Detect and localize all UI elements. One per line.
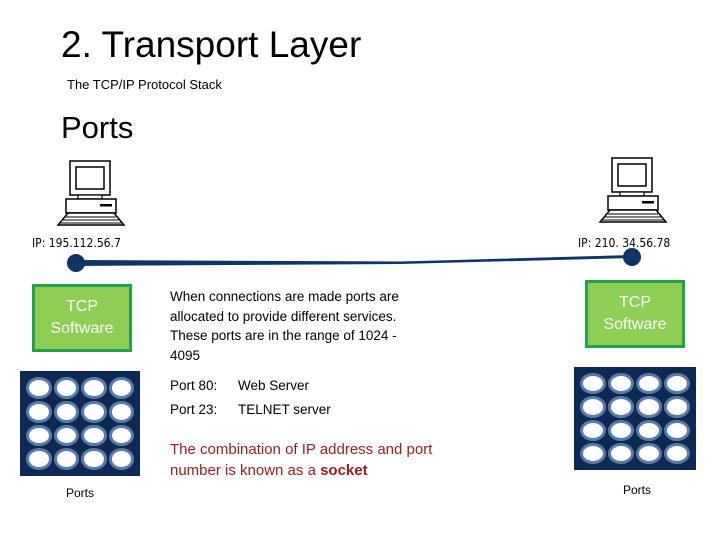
port-service: Web Server bbox=[238, 378, 310, 393]
socket-note-text: The combination of IP address and port n… bbox=[170, 441, 433, 479]
slide-title: 2. Transport Layer bbox=[61, 24, 362, 65]
port-socket-icon bbox=[108, 424, 134, 447]
section-heading: Ports bbox=[61, 110, 134, 145]
port-socket-icon bbox=[580, 419, 606, 441]
port-socket-icon bbox=[608, 373, 634, 395]
port-socket-icon bbox=[81, 400, 107, 423]
port-socket-icon bbox=[608, 442, 634, 464]
ports-panel-left bbox=[20, 371, 140, 476]
socket-definition: The combination of IP address and port n… bbox=[170, 439, 440, 481]
port-socket-icon bbox=[636, 373, 662, 395]
ports-label-right: Ports bbox=[623, 483, 652, 497]
port-socket-icon bbox=[664, 373, 690, 395]
port-socket-icon bbox=[580, 396, 606, 418]
endpoint-dot-left bbox=[67, 254, 85, 272]
ip-address-right: IP: 210. 34.56.78 bbox=[578, 236, 671, 250]
ports-description: When connections are made ports are allo… bbox=[170, 289, 399, 363]
port-example-row: Port 80: Web Server bbox=[170, 378, 309, 394]
port-socket-icon bbox=[53, 448, 79, 470]
port-socket-icon bbox=[81, 377, 107, 399]
port-socket-icon bbox=[108, 448, 134, 470]
desktop-computer-icon bbox=[56, 160, 126, 226]
port-socket-icon bbox=[53, 400, 79, 423]
tcp-box-line2: Software bbox=[50, 320, 114, 337]
port-socket-icon bbox=[108, 377, 134, 399]
tcp-box-line1: TCP bbox=[619, 294, 651, 311]
port-socket-icon bbox=[81, 448, 107, 470]
ports-panel-right bbox=[574, 367, 696, 470]
connection-line-segment bbox=[76, 255, 632, 266]
port-socket-icon bbox=[26, 400, 52, 423]
tcp-box-line2: Software bbox=[603, 316, 667, 333]
ports-label-left: Ports bbox=[66, 486, 95, 500]
tcp-software-box-left: TCP Software bbox=[32, 284, 132, 352]
port-example-row: Port 23: TELNET server bbox=[170, 402, 331, 418]
port-socket-icon bbox=[580, 442, 606, 464]
slide-subtitle: The TCP/IP Protocol Stack bbox=[67, 77, 222, 92]
tcp-box-line1: TCP bbox=[66, 298, 98, 315]
port-number: Port 80: bbox=[170, 378, 218, 393]
desktop-computer-icon bbox=[598, 157, 668, 223]
port-socket-icon bbox=[636, 442, 662, 464]
port-socket-icon bbox=[608, 396, 634, 418]
port-socket-icon bbox=[664, 396, 690, 418]
port-socket-icon bbox=[636, 419, 662, 441]
port-socket-icon bbox=[53, 424, 79, 447]
port-socket-icon bbox=[664, 442, 690, 464]
port-socket-icon bbox=[53, 377, 79, 399]
port-socket-icon bbox=[26, 424, 52, 447]
port-socket-icon bbox=[26, 377, 52, 399]
tcp-software-box-right: TCP Software bbox=[585, 280, 685, 348]
port-socket-icon bbox=[26, 448, 52, 470]
port-socket-icon bbox=[580, 373, 606, 395]
port-socket-icon bbox=[608, 419, 634, 441]
socket-term: socket bbox=[320, 462, 368, 479]
port-socket-icon bbox=[108, 400, 134, 423]
ip-address-left: IP: 195.112.56.7 bbox=[32, 236, 121, 250]
port-number: Port 23: bbox=[170, 402, 218, 417]
endpoint-dot-right bbox=[623, 248, 641, 266]
port-socket-icon bbox=[81, 424, 107, 447]
port-socket-icon bbox=[636, 396, 662, 418]
port-service: TELNET server bbox=[238, 402, 331, 417]
port-socket-icon bbox=[664, 419, 690, 441]
